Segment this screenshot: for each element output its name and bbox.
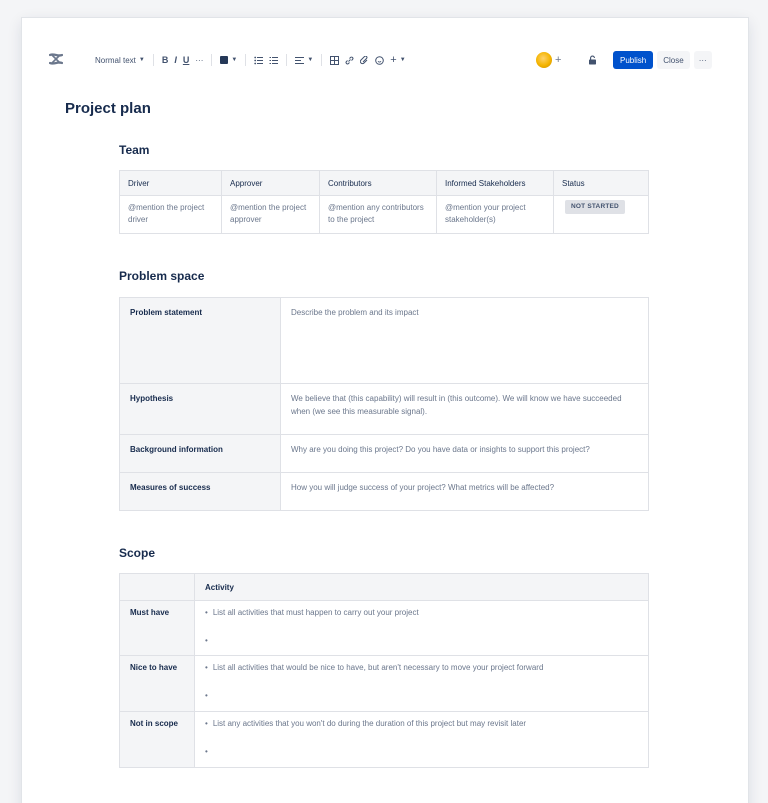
table-header-cell[interactable] — [119, 573, 195, 601]
table-row: Not in scope List any activities that yo… — [119, 711, 649, 768]
publish-button[interactable]: Publish — [613, 51, 654, 69]
table-row: Measures of success How you will judge s… — [119, 472, 649, 511]
problem-space-table: Problem statement Describe the problem a… — [119, 297, 649, 511]
row-value[interactable]: Describe the problem and its impact — [280, 297, 649, 384]
attachment-button[interactable] — [357, 51, 372, 69]
table-row: Problem statement Describe the problem a… — [119, 297, 649, 384]
row-value[interactable]: Why are you doing this project? Do you h… — [280, 434, 649, 473]
toolbar-divider — [152, 54, 154, 66]
link-icon — [345, 56, 354, 64]
invite-plus-icon[interactable]: + — [555, 54, 561, 66]
table-header-cell[interactable]: Driver — [119, 170, 222, 196]
text-color-icon — [220, 56, 229, 64]
list-item[interactable]: List any activities that you won't do du… — [205, 718, 638, 730]
more-formatting-button[interactable]: ··· — [192, 51, 206, 69]
status-badge[interactable]: NOT STARTED — [565, 200, 625, 214]
bullet-list-button[interactable] — [251, 51, 266, 69]
emoji-icon — [375, 55, 385, 65]
table-header-cell[interactable]: Activity — [194, 573, 649, 601]
row-label[interactable]: Problem statement — [119, 297, 281, 384]
insert-link-button[interactable] — [342, 51, 357, 69]
bullet-list-icon — [254, 56, 264, 64]
avatar[interactable] — [536, 52, 552, 68]
insert-table-button[interactable] — [327, 51, 342, 69]
row-label[interactable]: Hypothesis — [119, 383, 281, 435]
table-row: @mention the project driver @mention the… — [119, 195, 649, 234]
text-style-label: Normal text — [95, 55, 136, 65]
table-row: Background information Why are you doing… — [119, 434, 649, 473]
list-item-empty[interactable] — [205, 690, 638, 702]
team-table: Driver Approver Contributors Informed St… — [119, 170, 649, 234]
approver-cell[interactable]: @mention the project approver — [221, 195, 320, 234]
table-header-row: Driver Approver Contributors Informed St… — [119, 170, 649, 196]
driver-cell[interactable]: @mention the project driver — [119, 195, 222, 234]
toolbar-divider — [211, 54, 213, 66]
row-value[interactable]: We believe that (this capability) will r… — [280, 383, 649, 435]
more-options-button[interactable]: ··· — [693, 51, 712, 69]
toolbar-divider — [245, 54, 247, 66]
emoji-button[interactable] — [372, 51, 387, 69]
list-item[interactable]: List all activities that would be nice t… — [205, 662, 638, 674]
list-item-empty[interactable] — [205, 746, 638, 758]
row-label[interactable]: Must have — [119, 600, 195, 656]
editor-toolbar: Normal text ▼ B I U ··· ▼ ▼ + ▼ + Publis… — [22, 48, 748, 72]
row-label[interactable]: Not in scope — [119, 711, 195, 768]
activity-cell[interactable]: List all activities that would be nice t… — [194, 655, 649, 712]
row-value[interactable]: How you will judge success of your proje… — [280, 472, 649, 511]
scope-heading[interactable]: Scope — [119, 546, 155, 560]
list-item[interactable]: List all activities that must happen to … — [205, 607, 638, 619]
scope-table: Activity Must have List all activities t… — [119, 573, 649, 768]
close-button[interactable]: Close — [657, 51, 690, 69]
italic-button[interactable]: I — [171, 51, 180, 69]
insert-more-dropdown[interactable]: + ▼ — [387, 51, 408, 69]
align-icon — [295, 56, 305, 64]
table-header-cell[interactable]: Informed Stakeholders — [436, 170, 554, 196]
activity-cell[interactable]: List all activities that must happen to … — [194, 600, 649, 656]
text-color-dropdown[interactable]: ▼ — [217, 51, 240, 69]
row-label[interactable]: Measures of success — [119, 472, 281, 511]
plus-icon: + — [390, 54, 397, 66]
table-header-cell[interactable]: Approver — [221, 170, 320, 196]
chevron-down-icon: ▼ — [399, 57, 406, 63]
table-header-cell[interactable]: Status — [553, 170, 649, 196]
alignment-dropdown[interactable]: ▼ — [292, 51, 316, 69]
numbered-list-icon — [269, 56, 279, 64]
list-item-empty[interactable] — [205, 635, 638, 647]
bold-button[interactable]: B — [159, 51, 172, 69]
table-row: Must have List all activities that must … — [119, 600, 649, 656]
table-row: Hypothesis We believe that (this capabil… — [119, 383, 649, 435]
activity-cell[interactable]: List any activities that you won't do du… — [194, 711, 649, 768]
problem-space-heading[interactable]: Problem space — [119, 269, 204, 283]
chevron-down-icon: ▼ — [231, 57, 238, 63]
table-icon — [330, 55, 340, 65]
text-style-dropdown[interactable]: Normal text ▼ — [92, 51, 148, 69]
toolbar-divider — [286, 54, 288, 66]
status-cell[interactable]: NOT STARTED — [553, 195, 649, 234]
contributors-cell[interactable]: @mention any contributors to the project — [319, 195, 437, 234]
numbered-list-button[interactable] — [266, 51, 281, 69]
team-heading[interactable]: Team — [119, 143, 149, 157]
page-title[interactable]: Project plan — [65, 100, 151, 117]
chevron-down-icon: ▼ — [307, 57, 314, 63]
stakeholders-cell[interactable]: @mention your project stakeholder(s) — [436, 195, 554, 234]
chevron-down-icon: ▼ — [138, 57, 145, 63]
underline-button[interactable]: U — [180, 51, 193, 69]
table-row: Nice to have List all activities that wo… — [119, 655, 649, 712]
toolbar-divider — [321, 54, 323, 66]
row-label[interactable]: Background information — [119, 434, 281, 473]
lock-icon[interactable] — [588, 55, 597, 65]
table-header-cell[interactable]: Contributors — [319, 170, 437, 196]
table-header-row: Activity — [119, 573, 649, 601]
confluence-logo-icon[interactable] — [49, 52, 63, 66]
attachment-icon — [360, 55, 368, 64]
row-label[interactable]: Nice to have — [119, 655, 195, 712]
